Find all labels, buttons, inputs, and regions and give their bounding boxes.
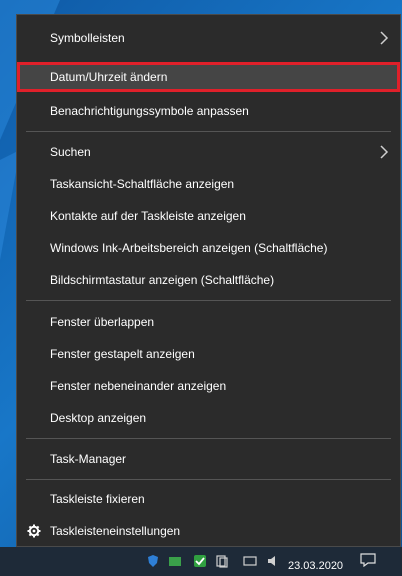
gear-icon — [27, 524, 41, 538]
menu-separator — [26, 131, 391, 132]
menu-item-label: Fenster überlappen — [50, 315, 155, 329]
chevron-right-icon — [380, 145, 389, 159]
network-icon[interactable] — [243, 554, 257, 568]
menu-item-label: Bildschirmtastatur anzeigen (Schaltfläch… — [50, 273, 275, 287]
menu-item-label: Benachrichtigungssymbole anpassen — [50, 104, 249, 118]
menu-item-label: Datum/Uhrzeit ändern — [50, 70, 168, 84]
menu-item-label: Kontakte auf der Taskleiste anzeigen — [50, 209, 246, 223]
menu-item-taskleisteneinstellungen[interactable]: Taskleisteneinstellungen — [17, 516, 400, 546]
check-icon[interactable] — [193, 554, 207, 568]
menu-item-fenster-ueberlappen[interactable]: Fenster überlappen — [17, 307, 400, 337]
chevron-right-icon — [380, 31, 389, 45]
menu-item-label: Suchen — [50, 145, 91, 159]
menu-item-label: Taskleisteneinstellungen — [50, 524, 181, 538]
menu-item-desktop-anzeigen[interactable]: Desktop anzeigen — [17, 403, 400, 433]
taskbar: 23.03.2020 — [0, 547, 402, 576]
menu-separator — [26, 479, 391, 480]
menu-item-taskleiste-fixieren[interactable]: Taskleiste fixieren — [17, 484, 400, 514]
clock-date[interactable]: 23.03.2020 — [288, 560, 343, 572]
menu-item-datum-uhrzeit[interactable]: Datum/Uhrzeit ändern — [17, 62, 400, 92]
volume-icon[interactable] — [266, 554, 280, 568]
menu-separator — [26, 300, 391, 301]
menu-item-kontakte[interactable]: Kontakte auf der Taskleiste anzeigen — [17, 201, 400, 231]
shield-icon[interactable] — [146, 554, 160, 568]
menu-item-task-manager[interactable]: Task-Manager — [17, 444, 400, 474]
taskbar-context-menu: Symbolleisten Datum/Uhrzeit ändern Benac… — [16, 14, 401, 547]
menu-item-label: Taskansicht-Schaltfläche anzeigen — [50, 177, 235, 191]
menu-item-label: Windows Ink-Arbeitsbereich anzeigen (Sch… — [50, 241, 328, 255]
menu-item-suchen[interactable]: Suchen — [17, 137, 400, 167]
app-tray-icon[interactable] — [168, 554, 182, 568]
copy-icon[interactable] — [215, 554, 229, 568]
menu-item-label: Task-Manager — [50, 452, 127, 466]
menu-item-bildschirmtastatur[interactable]: Bildschirmtastatur anzeigen (Schaltfläch… — [17, 265, 400, 295]
notification-icon[interactable] — [360, 553, 376, 567]
menu-item-label: Fenster nebeneinander anzeigen — [50, 379, 227, 393]
menu-separator — [26, 438, 391, 439]
menu-item-label: Fenster gestapelt anzeigen — [50, 347, 195, 361]
menu-item-label: Symbolleisten — [50, 31, 125, 45]
menu-item-fenster-gestapelt[interactable]: Fenster gestapelt anzeigen — [17, 339, 400, 369]
menu-item-taskansicht[interactable]: Taskansicht-Schaltfläche anzeigen — [17, 169, 400, 199]
menu-item-symbolleisten[interactable]: Symbolleisten — [17, 23, 400, 53]
menu-item-benachrichtigungssymbole[interactable]: Benachrichtigungssymbole anpassen — [17, 96, 400, 126]
menu-item-label: Desktop anzeigen — [50, 411, 147, 425]
menu-item-label: Taskleiste fixieren — [50, 492, 145, 506]
menu-item-fenster-nebeneinander[interactable]: Fenster nebeneinander anzeigen — [17, 371, 400, 401]
menu-item-windows-ink[interactable]: Windows Ink-Arbeitsbereich anzeigen (Sch… — [17, 233, 400, 263]
